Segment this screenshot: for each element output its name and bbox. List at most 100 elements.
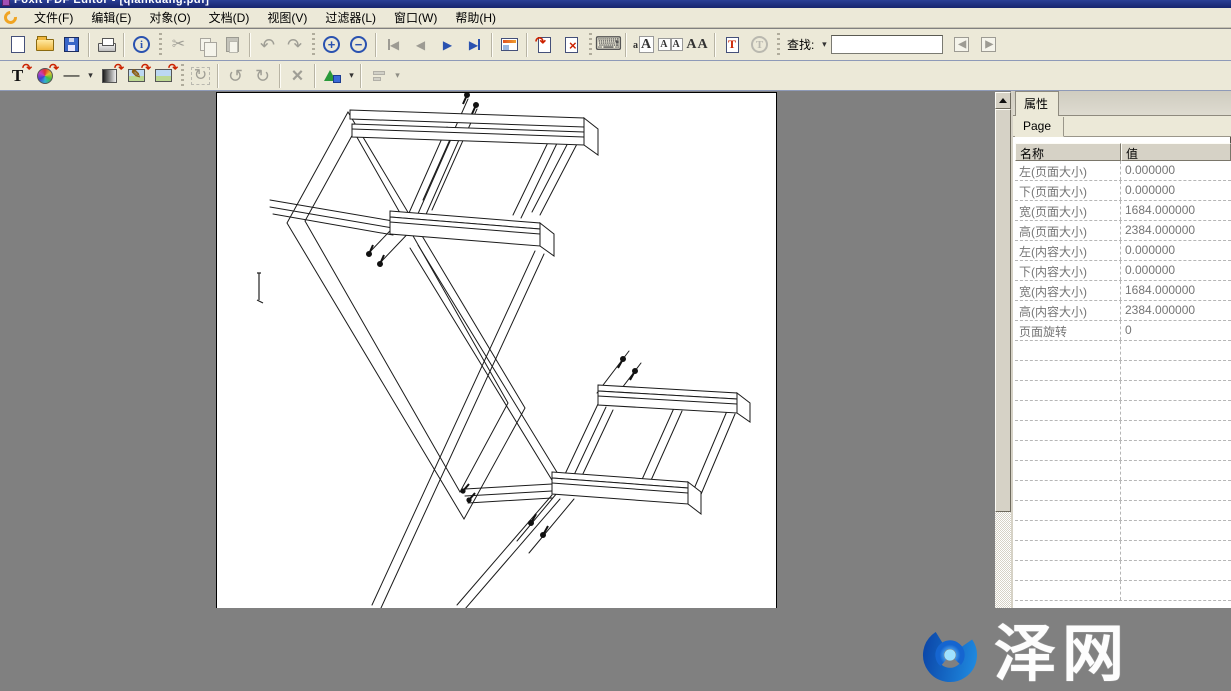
find-previous-button[interactable]: ◀ [948, 32, 975, 58]
text-mode-button[interactable]: T [746, 32, 773, 58]
open-folder-icon [36, 39, 54, 51]
font-size-button[interactable]: aA [630, 32, 657, 58]
font-tracking-icon: AA [686, 37, 708, 53]
property-row[interactable]: 下(页面大小)0.000000 [1015, 181, 1231, 201]
insert-shape-button[interactable] [319, 63, 346, 89]
rotate-right-icon: ↻ [255, 67, 270, 85]
empty-row [1015, 521, 1231, 541]
empty-row [1015, 401, 1231, 421]
open-button[interactable] [31, 32, 58, 58]
print-button[interactable] [93, 32, 120, 58]
find-options-dropdown[interactable]: ▾ [817, 36, 831, 54]
rotate-left-icon: ↺ [228, 67, 243, 85]
property-row[interactable]: 下(内容大小)0.000000 [1015, 261, 1231, 281]
line-icon: — [64, 68, 80, 84]
menu-file[interactable]: 文件(F) [25, 7, 82, 28]
watermark-logo-icon [912, 619, 988, 691]
insert-page-button[interactable]: ↷ [531, 32, 558, 58]
next-page-button[interactable]: ▶ [434, 32, 461, 58]
scrollbar-track[interactable] [995, 512, 1011, 608]
new-document-button[interactable] [4, 32, 31, 58]
menu-help[interactable]: 帮助(H) [446, 7, 505, 28]
scrollbar-thumb[interactable] [995, 109, 1011, 512]
rotate-left-button[interactable]: ↺ [222, 63, 249, 89]
font-tracking-button[interactable]: AA [684, 32, 711, 58]
menu-view[interactable]: 视图(V) [258, 7, 316, 28]
printer-icon [98, 43, 116, 52]
rotate-right-button[interactable]: ↻ [249, 63, 276, 89]
scroll-up-button[interactable] [995, 92, 1011, 109]
page-tab[interactable]: Page [1015, 117, 1064, 137]
new-document-icon [11, 36, 25, 53]
undo-button[interactable]: ↶ [254, 32, 281, 58]
redo-button[interactable]: ↷ [281, 32, 308, 58]
virtual-keyboard-button[interactable]: ⌨ [595, 32, 622, 58]
empty-row [1015, 541, 1231, 561]
find-input[interactable] [831, 35, 943, 54]
zoom-in-button[interactable]: + [318, 32, 345, 58]
column-name[interactable]: 名称 [1015, 143, 1121, 161]
align-objects-dropdown[interactable]: ▾ [392, 70, 403, 81]
save-floppy-icon [64, 37, 79, 52]
edit-text-object-button[interactable]: T↷ [4, 63, 31, 89]
last-page-icon [478, 39, 480, 50]
column-value[interactable]: 值 [1121, 143, 1231, 161]
application-window: Foxit PDF Editor - [qiankuang.pdf] 文件(F)… [0, 0, 1231, 608]
copy-button[interactable] [192, 32, 219, 58]
property-row[interactable]: 宽(页面大小)1684.000000 [1015, 201, 1231, 221]
delete-object-button[interactable]: × [284, 63, 311, 89]
page-thumbnails-icon [501, 38, 518, 51]
find-label: 查找: [787, 36, 814, 53]
canvas-scrollbar[interactable] [995, 92, 1011, 608]
text-mode-icon: T [751, 36, 768, 53]
align-objects-button[interactable] [365, 63, 392, 89]
line-style-button[interactable]: — [58, 63, 85, 89]
font-kerning-button[interactable]: AA [657, 32, 684, 58]
info-icon: i [133, 36, 150, 53]
delete-icon: × [292, 66, 304, 86]
menu-filter[interactable]: 过滤器(L) [316, 7, 385, 28]
empty-row [1015, 461, 1231, 481]
empty-row [1015, 481, 1231, 501]
menu-bar: 文件(F) 编辑(E) 对象(O) 文档(D) 视图(V) 过滤器(L) 窗口(… [0, 8, 1231, 28]
property-row[interactable]: 左(页面大小)0.000000 [1015, 161, 1231, 181]
transform-object-button[interactable]: ↻ [187, 63, 214, 89]
document-info-button[interactable]: i [128, 32, 155, 58]
properties-tab[interactable]: 属性 [1015, 91, 1059, 116]
redo-icon: ↷ [287, 36, 302, 54]
document-page[interactable] [216, 92, 777, 608]
frame-assembly-drawing [217, 93, 776, 608]
first-page-button[interactable]: ◀ [380, 32, 407, 58]
cut-button[interactable]: ✂ [165, 32, 192, 58]
property-row[interactable]: 高(页面大小)2384.000000 [1015, 221, 1231, 241]
edit-image-button[interactable]: ✎↷ [123, 63, 150, 89]
line-style-dropdown[interactable]: ▾ [85, 70, 96, 81]
previous-page-button[interactable]: ◀ [407, 32, 434, 58]
menu-window[interactable]: 窗口(W) [385, 7, 446, 28]
property-row[interactable]: 宽(内容大小)1684.000000 [1015, 281, 1231, 301]
menu-object[interactable]: 对象(O) [140, 7, 199, 28]
add-text-button[interactable]: T [719, 32, 746, 58]
menu-edit[interactable]: 编辑(E) [82, 7, 140, 28]
insert-shape-dropdown[interactable]: ▾ [346, 70, 357, 81]
align-icon [373, 71, 385, 81]
delete-page-button[interactable]: × [558, 32, 585, 58]
property-row[interactable]: 页面旋转0 [1015, 321, 1231, 341]
property-row[interactable]: 高(内容大小)2384.000000 [1015, 301, 1231, 321]
page-thumbnails-button[interactable] [496, 32, 523, 58]
zoom-out-button[interactable]: − [345, 32, 372, 58]
last-page-button[interactable]: ▶ [461, 32, 488, 58]
edit-color-button[interactable]: ↷ [31, 63, 58, 89]
save-button[interactable] [58, 32, 85, 58]
gradient-button[interactable]: ↷ [96, 63, 123, 89]
find-next-button[interactable]: ▶ [975, 32, 1002, 58]
paste-button[interactable] [219, 32, 246, 58]
property-row[interactable]: 左(内容大小)0.000000 [1015, 241, 1231, 261]
properties-panel-header: 属性 [1013, 91, 1231, 116]
menu-document[interactable]: 文档(D) [200, 7, 259, 28]
watermark-text: 泽网 [994, 624, 1130, 686]
object-toolbar: T↷ ↷ — ▾ ↷ ✎↷ ↷ ↻ ↺ ↻ × ▾ ▾ [0, 61, 1231, 91]
insert-image-button[interactable]: ↷ [150, 63, 177, 89]
empty-row [1015, 421, 1231, 441]
app-icon [2, 0, 10, 6]
